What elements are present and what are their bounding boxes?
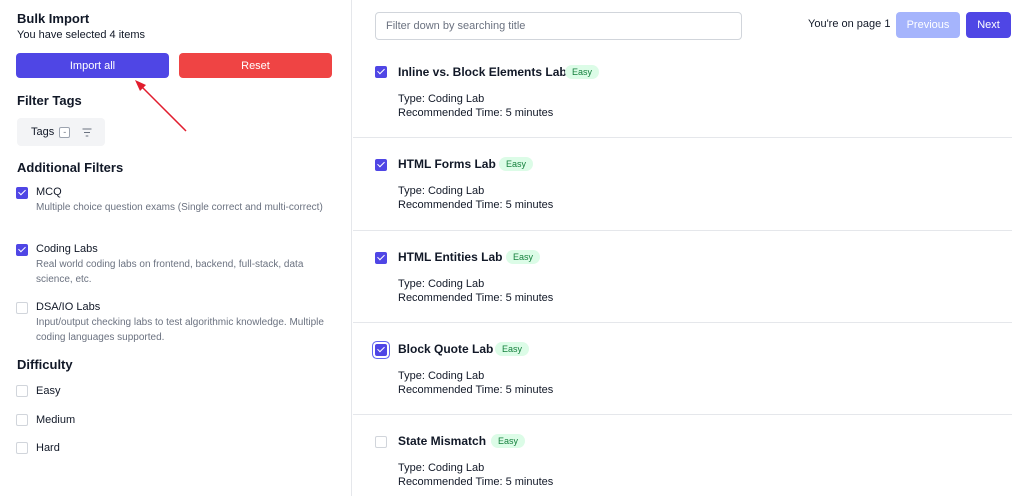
difficulty-easy-label: Easy: [36, 385, 61, 397]
coding-labs-label: Coding Labs: [36, 243, 98, 255]
difficulty-easy-checkbox[interactable]: [16, 385, 28, 397]
difficulty-badge: Easy: [491, 434, 526, 448]
lab-title: Block Quote Lab: [398, 342, 494, 356]
difficulty-hard-label: Hard: [36, 442, 60, 454]
tags-filter-dropdown[interactable]: Tags -: [17, 118, 105, 146]
difficulty-badge: Easy: [565, 65, 600, 79]
difficulty-badge: Easy: [506, 250, 541, 264]
lab-list-item[interactable]: HTML Forms Lab Easy Type: Coding Lab Rec…: [353, 138, 1012, 231]
lab-title: Inline vs. Block Elements Lab: [398, 65, 567, 79]
filter-tags-title: Filter Tags: [17, 93, 82, 108]
search-input[interactable]: [375, 12, 742, 40]
lab-list-item[interactable]: Block Quote Lab Easy Type: Coding Lab Re…: [353, 323, 1012, 415]
lab-list-item[interactable]: Inline vs. Block Elements Lab Easy Type:…: [353, 50, 1012, 138]
previous-button[interactable]: Previous: [896, 12, 960, 38]
dsa-io-labs-description: Input/output checking labs to test algor…: [36, 317, 324, 343]
difficulty-hard-checkbox[interactable]: [16, 442, 28, 454]
lab-recommended-time: Recommended Time: 5 minutes: [398, 292, 554, 304]
mcq-label: MCQ: [36, 186, 62, 198]
tags-collapse-toggle[interactable]: -: [59, 126, 71, 138]
lab-list-item[interactable]: HTML Entities Lab Easy Type: Coding Lab …: [353, 231, 1012, 323]
lab-recommended-time: Recommended Time: 5 minutes: [398, 476, 554, 488]
coding-labs-description: Real world coding labs on frontend, back…: [36, 259, 304, 285]
lab-type: Type: Coding Lab: [398, 185, 485, 197]
lab-select-checkbox[interactable]: [375, 252, 387, 264]
difficulty-medium-checkbox[interactable]: [16, 414, 28, 426]
lab-title: State Mismatch: [398, 434, 487, 448]
reset-button[interactable]: Reset: [179, 53, 332, 78]
lab-title: HTML Forms Lab: [398, 157, 496, 171]
sidebar: Bulk Import You have selected 4 items Im…: [0, 0, 352, 496]
lab-select-checkbox[interactable]: [375, 66, 387, 78]
tags-label: Tags: [31, 126, 55, 138]
lab-recommended-time: Recommended Time: 5 minutes: [398, 199, 554, 211]
dsa-io-labs-checkbox[interactable]: [16, 302, 28, 314]
lab-list-item[interactable]: State Mismatch Easy Type: Coding Lab Rec…: [353, 415, 1012, 496]
lab-select-checkbox[interactable]: [375, 344, 387, 356]
selected-count-text: You have selected 4 items: [17, 29, 146, 41]
next-button[interactable]: Next: [966, 12, 1011, 38]
difficulty-title: Difficulty: [17, 357, 73, 372]
coding-labs-checkbox[interactable]: [16, 244, 28, 256]
lab-recommended-time: Recommended Time: 5 minutes: [398, 107, 554, 119]
lab-type: Type: Coding Lab: [398, 93, 485, 105]
difficulty-badge: Easy: [499, 157, 534, 171]
lab-select-checkbox[interactable]: [375, 436, 387, 448]
lab-type: Type: Coding Lab: [398, 278, 485, 290]
additional-filters-title: Additional Filters: [17, 160, 124, 175]
import-all-button[interactable]: Import all: [16, 53, 169, 78]
difficulty-medium-label: Medium: [36, 414, 76, 426]
difficulty-badge: Easy: [495, 342, 530, 356]
lab-select-checkbox[interactable]: [375, 159, 387, 171]
lab-type: Type: Coding Lab: [398, 370, 485, 382]
lab-type: Type: Coding Lab: [398, 462, 485, 474]
filter-icon[interactable]: [82, 128, 92, 137]
page-indicator: You're on page 1: [808, 18, 891, 30]
main-content: You're on page 1 Previous Next Inline vs…: [353, 0, 1024, 496]
lab-title: HTML Entities Lab: [398, 250, 503, 264]
lab-recommended-time: Recommended Time: 5 minutes: [398, 384, 554, 396]
mcq-description: Multiple choice question exams (Single c…: [36, 202, 323, 213]
dsa-io-labs-label: DSA/IO Labs: [36, 301, 101, 313]
bulk-import-title: Bulk Import: [17, 11, 90, 26]
mcq-checkbox[interactable]: [16, 187, 28, 199]
